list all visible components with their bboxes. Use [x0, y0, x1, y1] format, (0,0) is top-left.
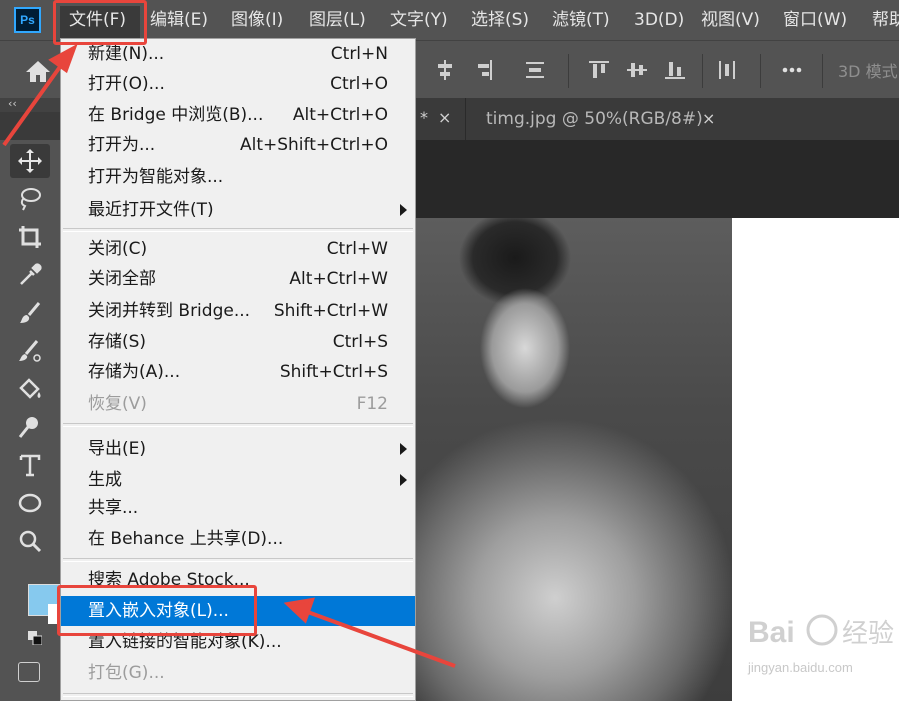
menu-separator — [63, 423, 413, 427]
menu-3d[interactable]: 3D(D) — [634, 0, 684, 40]
crop-tool-icon[interactable] — [10, 220, 50, 254]
menu-item-save[interactable]: 存储(S) Ctrl+S — [61, 327, 415, 357]
menu-item-close-all[interactable]: 关闭全部 Alt+Ctrl+W — [61, 264, 415, 294]
ellipse-tool-icon[interactable] — [10, 486, 50, 520]
options-separator — [760, 54, 761, 88]
menu-item-share-behance[interactable]: 在 Behance 上共享(D)... — [61, 524, 415, 554]
menu-item-close[interactable]: 关闭(C) Ctrl+W — [61, 234, 415, 264]
distribute-horizontal-icon[interactable] — [716, 59, 738, 81]
clone-stamp-tool-icon[interactable] — [10, 334, 50, 368]
menu-help[interactable]: 帮助 — [872, 0, 899, 40]
submenu-arrow-icon — [400, 443, 407, 455]
annotation-box-place-embedded — [57, 585, 257, 636]
menu-separator — [63, 693, 413, 697]
paint-bucket-tool-icon[interactable] — [10, 372, 50, 406]
options-separator — [822, 54, 823, 88]
quick-mask-icon[interactable] — [18, 662, 40, 682]
eyedropper-tool-icon[interactable] — [10, 258, 50, 292]
align-vertical-center-icon[interactable] — [626, 59, 648, 81]
photoshop-logo: Ps — [14, 7, 41, 33]
menu-separator — [63, 228, 413, 232]
home-icon[interactable] — [22, 57, 54, 85]
document-photo — [415, 218, 732, 701]
watermark-url: jingyan.baidu.com — [748, 660, 853, 675]
submenu-arrow-icon — [400, 474, 407, 486]
svg-text:经验: 经验 — [842, 619, 894, 649]
3d-mode-label: 3D 模式 — [838, 62, 898, 81]
distribute-icon[interactable] — [524, 59, 546, 81]
align-horizontal-center-icon[interactable] — [434, 59, 456, 81]
menu-window[interactable]: 窗口(W) — [783, 0, 847, 40]
annotation-box-file-menu — [53, 0, 147, 45]
submenu-arrow-icon — [400, 204, 407, 216]
menu-item-package: 打包(G)... — [88, 663, 165, 683]
tab-timg[interactable]: timg.jpg @ 50%(RGB/8#) × — [465, 98, 726, 140]
menu-separator — [63, 558, 413, 562]
move-tool-icon[interactable] — [10, 144, 50, 178]
align-right-icon[interactable] — [472, 59, 494, 81]
menu-image[interactable]: 图像(I) — [231, 0, 283, 40]
menu-layer[interactable]: 图层(L) — [309, 0, 366, 40]
menu-filter[interactable]: 滤镜(T) — [552, 0, 610, 40]
type-tool-icon[interactable] — [10, 448, 50, 482]
svg-text:Bai: Bai — [748, 616, 795, 649]
tab-close-icon[interactable]: × — [438, 108, 451, 127]
collapse-panel-button[interactable]: ‹‹ — [0, 98, 60, 112]
tab-modified-marker: * — [420, 108, 428, 127]
menu-select[interactable]: 选择(S) — [471, 0, 529, 40]
menu-item-generate[interactable]: 生成 — [61, 465, 415, 495]
zoom-tool-icon[interactable] — [10, 524, 50, 558]
menu-item-open-as-smart-object[interactable]: 打开为智能对象... — [61, 162, 415, 192]
menu-item-share[interactable]: 共享... — [61, 493, 415, 523]
menu-item-open-recent[interactable]: 最近打开文件(T) — [61, 195, 415, 225]
tools-panel — [0, 140, 60, 701]
menu-view[interactable]: 视图(V) — [701, 0, 760, 40]
menu-type[interactable]: 文字(Y) — [390, 0, 448, 40]
menu-item-close-go-bridge[interactable]: 关闭并转到 Bridge... Shift+Ctrl+W — [61, 296, 415, 326]
options-separator — [568, 54, 569, 88]
align-bottom-icon[interactable] — [664, 59, 686, 81]
menu-item-export[interactable]: 导出(E) — [61, 434, 415, 464]
tab-close-icon[interactable]: × — [702, 109, 715, 128]
menu-item-browse-in-bridge[interactable]: 在 Bridge 中浏览(B)... Alt+Ctrl+O — [61, 100, 415, 130]
more-options-icon[interactable] — [781, 59, 803, 81]
menu-item-revert: 恢复(V) F12 — [88, 394, 388, 414]
tab-label: timg.jpg @ 50%(RGB/8#) — [486, 109, 703, 129]
menu-edit[interactable]: 编辑(E) — [150, 0, 208, 40]
menu-item-save-as[interactable]: 存储为(A)... Shift+Ctrl+S — [61, 357, 415, 387]
menu-item-open-as[interactable]: 打开为... Alt+Shift+Ctrl+O — [61, 130, 415, 160]
brush-tool-icon[interactable] — [10, 296, 50, 330]
align-top-icon[interactable] — [588, 59, 610, 81]
menu-item-open[interactable]: 打开(O)... Ctrl+O — [61, 69, 415, 99]
lasso-tool-icon[interactable] — [10, 182, 50, 216]
options-separator — [702, 54, 703, 88]
smudge-tool-icon[interactable] — [10, 410, 50, 444]
default-colors-icon[interactable] — [28, 630, 43, 646]
